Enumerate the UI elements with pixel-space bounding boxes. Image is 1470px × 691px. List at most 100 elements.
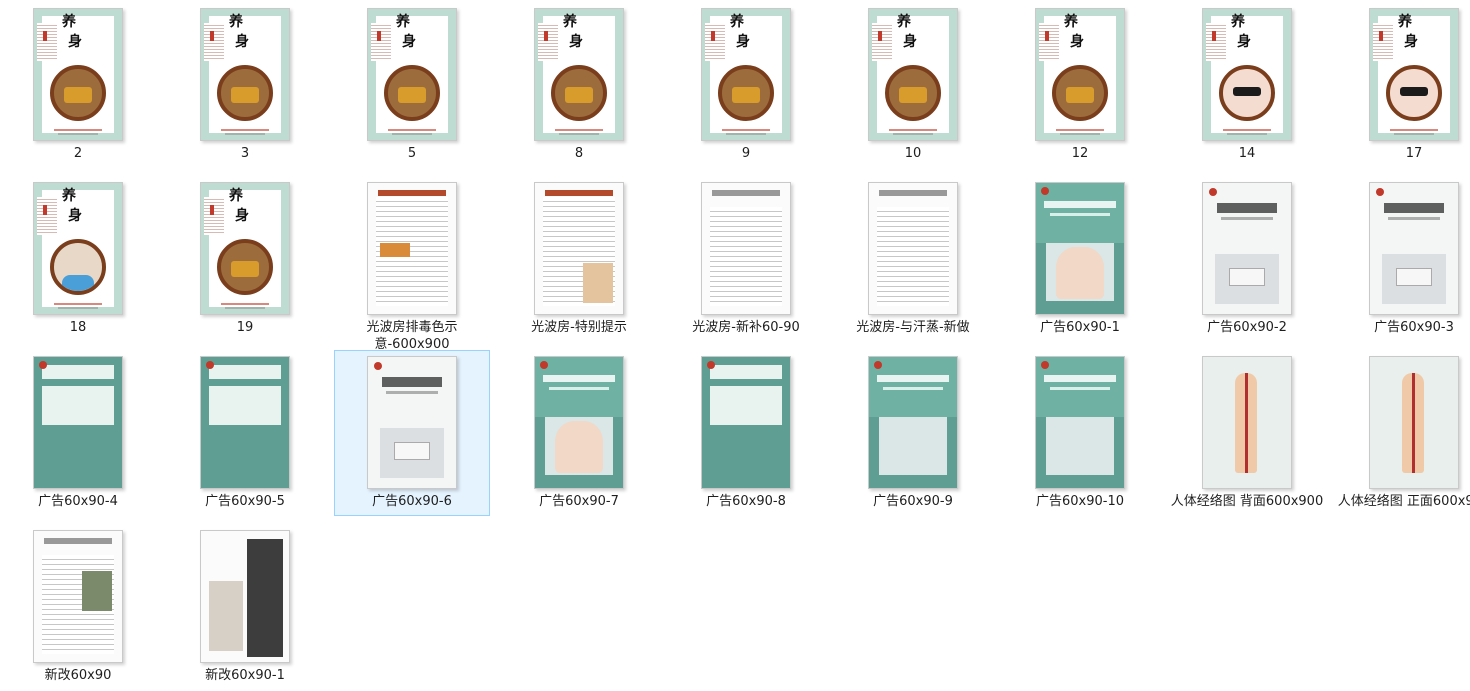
file-item[interactable]: 广告60x90-4 bbox=[0, 350, 156, 516]
file-item[interactable]: 养身 14 bbox=[1169, 2, 1325, 168]
file-item[interactable]: 养身 5 bbox=[334, 2, 490, 168]
file-name-label[interactable]: 广告60x90-8 bbox=[669, 493, 823, 510]
file-name-label[interactable]: 8 bbox=[502, 145, 656, 162]
file-name-label[interactable]: 广告60x90-5 bbox=[168, 493, 322, 510]
file-item[interactable]: 人体经络图 正面600x900 bbox=[1336, 350, 1470, 516]
file-name-label[interactable]: 3 bbox=[168, 145, 322, 162]
file-name-label[interactable]: 17 bbox=[1337, 145, 1470, 162]
file-item[interactable]: 广告60x90-1 bbox=[1002, 176, 1158, 342]
file-name-label[interactable]: 10 bbox=[836, 145, 990, 162]
file-thumbnail[interactable] bbox=[367, 182, 457, 315]
file-item[interactable]: 养身 17 bbox=[1336, 2, 1470, 168]
file-item[interactable]: 广告60x90-9 bbox=[835, 350, 991, 516]
file-name-label[interactable]: 光波房-与汗蒸-新做 bbox=[836, 319, 990, 336]
file-thumbnail[interactable] bbox=[1202, 182, 1292, 315]
file-thumbnail[interactable]: 养身 bbox=[1369, 8, 1459, 141]
file-item[interactable]: 广告60x90-5 bbox=[167, 350, 323, 516]
thumbnail-art bbox=[231, 261, 259, 277]
file-item[interactable]: 光波房排毒色示意-600x900 bbox=[334, 176, 490, 352]
file-thumbnail[interactable] bbox=[367, 356, 457, 489]
file-thumbnail[interactable] bbox=[868, 182, 958, 315]
file-name-label[interactable]: 14 bbox=[1170, 145, 1324, 162]
file-item[interactable]: 广告60x90-8 bbox=[668, 350, 824, 516]
file-name-label[interactable]: 新改60x90 bbox=[1, 667, 155, 684]
file-item[interactable]: 养身 8 bbox=[501, 2, 657, 168]
file-thumbnail[interactable]: 养身 bbox=[1035, 8, 1125, 141]
file-thumbnail[interactable]: 养身 bbox=[200, 182, 290, 315]
file-thumbnail[interactable] bbox=[200, 530, 290, 663]
file-thumbnail[interactable] bbox=[33, 356, 123, 489]
file-thumbnail[interactable] bbox=[1035, 182, 1125, 315]
file-thumbnail[interactable]: 养身 bbox=[33, 182, 123, 315]
file-item[interactable]: 广告60x90-10 bbox=[1002, 350, 1158, 516]
file-thumbnail[interactable] bbox=[701, 182, 791, 315]
file-name-label[interactable]: 光波房-新补60-90 bbox=[669, 319, 823, 336]
file-item[interactable]: 新改60x90 bbox=[0, 524, 156, 690]
file-item[interactable]: 养身 3 bbox=[167, 2, 323, 168]
file-thumbnail[interactable] bbox=[534, 356, 624, 489]
thumbnail-art bbox=[225, 307, 265, 309]
file-item[interactable]: 广告60x90-2 bbox=[1169, 176, 1325, 342]
file-thumbnail[interactable]: 养身 bbox=[534, 8, 624, 141]
file-thumbnail[interactable]: 养身 bbox=[1202, 8, 1292, 141]
file-thumbnail[interactable] bbox=[868, 356, 958, 489]
file-name-label[interactable]: 19 bbox=[168, 319, 322, 336]
file-item[interactable]: 广告60x90-7 bbox=[501, 350, 657, 516]
file-thumbnail[interactable] bbox=[1035, 356, 1125, 489]
thumbnail-art bbox=[1041, 361, 1049, 369]
file-thumbnail[interactable]: 养身 bbox=[701, 8, 791, 141]
file-thumbnail[interactable]: 养身 bbox=[367, 8, 457, 141]
file-item[interactable]: 广告60x90-3 bbox=[1336, 176, 1470, 342]
file-name-label[interactable]: 广告60x90-3 bbox=[1337, 319, 1470, 336]
file-name-label[interactable]: 光波房排毒色示意-600x900 bbox=[335, 319, 489, 353]
file-item[interactable]: 新改60x90-1 bbox=[167, 524, 323, 690]
thumbnail-art bbox=[732, 87, 760, 103]
file-name-label[interactable]: 18 bbox=[1, 319, 155, 336]
file-thumbnail[interactable]: 养身 bbox=[868, 8, 958, 141]
file-name-label[interactable]: 广告60x90-2 bbox=[1170, 319, 1324, 336]
thumbnail-art bbox=[378, 190, 446, 196]
file-name-label[interactable]: 12 bbox=[1003, 145, 1157, 162]
file-item[interactable]: 广告60x90-6 bbox=[334, 350, 490, 516]
file-thumbnail[interactable] bbox=[534, 182, 624, 315]
file-name-label[interactable]: 2 bbox=[1, 145, 155, 162]
thumbnail-art bbox=[42, 365, 114, 425]
file-item[interactable]: 养身 18 bbox=[0, 176, 156, 342]
thumbnail-art bbox=[1384, 203, 1444, 213]
file-name-label[interactable]: 新改60x90-1 bbox=[168, 667, 322, 684]
thumbnail-art bbox=[1245, 373, 1248, 473]
file-name-label[interactable]: 9 bbox=[669, 145, 823, 162]
file-item[interactable]: 养身 12 bbox=[1002, 2, 1158, 168]
file-name-label[interactable]: 光波房-特别提示 bbox=[502, 319, 656, 336]
file-name-label[interactable]: 人体经络图 背面600x900 bbox=[1170, 493, 1324, 510]
file-thumbnail[interactable] bbox=[1369, 182, 1459, 315]
file-thumbnail[interactable] bbox=[1202, 356, 1292, 489]
file-item[interactable]: 养身 10 bbox=[835, 2, 991, 168]
file-name-label[interactable]: 5 bbox=[335, 145, 489, 162]
file-item[interactable]: 光波房-特别提示 bbox=[501, 176, 657, 342]
file-thumbnail[interactable]: 养身 bbox=[33, 8, 123, 141]
file-thumbnail[interactable] bbox=[1369, 356, 1459, 489]
thumbnail-art bbox=[225, 133, 265, 135]
file-item[interactable]: 光波房-新补60-90 bbox=[668, 176, 824, 342]
file-thumbnail[interactable] bbox=[33, 530, 123, 663]
file-name-label[interactable]: 广告60x90-1 bbox=[1003, 319, 1157, 336]
thumbnail-art bbox=[1060, 133, 1100, 135]
file-name-label[interactable]: 广告60x90-6 bbox=[335, 493, 489, 510]
file-item[interactable]: 人体经络图 背面600x900 bbox=[1169, 350, 1325, 516]
file-thumbnail[interactable] bbox=[200, 356, 290, 489]
file-name-label[interactable]: 人体经络图 正面600x900 bbox=[1337, 493, 1470, 510]
file-item[interactable]: 光波房-与汗蒸-新做 bbox=[835, 176, 991, 342]
file-thumbnail[interactable] bbox=[701, 356, 791, 489]
file-name-label[interactable]: 广告60x90-7 bbox=[502, 493, 656, 510]
file-item[interactable]: 养身 9 bbox=[668, 2, 824, 168]
file-item[interactable]: 养身 19 bbox=[167, 176, 323, 342]
file-item[interactable]: 养身 2 bbox=[0, 2, 156, 168]
thumbnail-art bbox=[878, 31, 882, 41]
file-name-label[interactable]: 广告60x90-4 bbox=[1, 493, 155, 510]
thumbnail-art bbox=[1056, 247, 1104, 299]
file-name-label[interactable]: 广告60x90-9 bbox=[836, 493, 990, 510]
file-thumbnail[interactable]: 养身 bbox=[200, 8, 290, 141]
file-name-label[interactable]: 广告60x90-10 bbox=[1003, 493, 1157, 510]
thumbnail-art bbox=[877, 375, 949, 382]
